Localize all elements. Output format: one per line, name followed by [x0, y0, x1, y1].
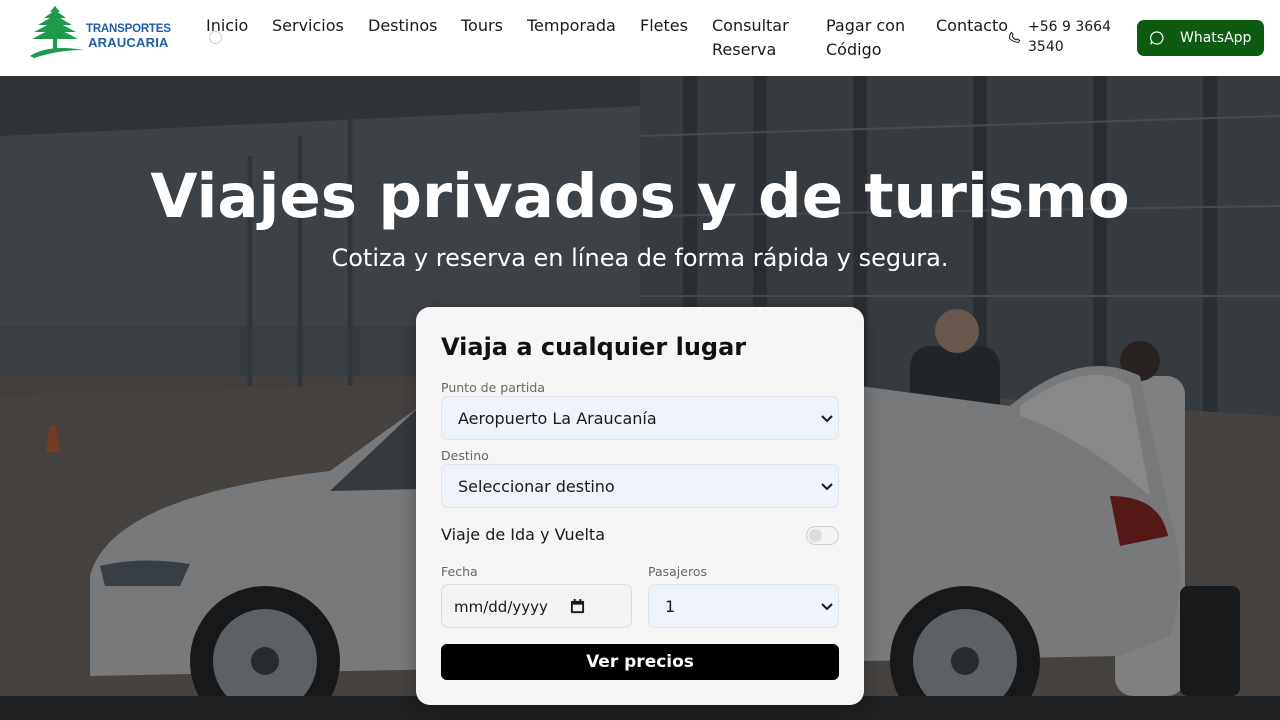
nav-item-servicios[interactable]: Servicios [272, 14, 344, 38]
nav-item-tours[interactable]: Tours [461, 14, 503, 38]
booking-card: Viaja a cualquier lugar Punto de partida… [416, 307, 864, 705]
nav-item-contacto[interactable]: Contacto [936, 14, 1008, 38]
toggle-knob [809, 529, 822, 542]
passengers-value: 1 [665, 597, 676, 616]
site-header: TRANSPORTES ARAUCARIA Inicio Servicios D… [0, 0, 1280, 76]
chevron-down-icon [821, 415, 833, 423]
round-trip-label: Viaje de Ida y Vuelta [441, 525, 605, 544]
passengers-select[interactable]: 1 [648, 584, 839, 628]
date-input[interactable]: mm/dd/yyyy [441, 584, 632, 628]
see-prices-button[interactable]: Ver precios [441, 644, 839, 680]
destination-value: Seleccionar destino [458, 477, 615, 496]
round-trip-toggle[interactable] [806, 526, 839, 545]
phone-icon [1009, 31, 1021, 43]
origin-label: Punto de partida [441, 380, 545, 395]
phone-number: +56 9 3664 3540 [1028, 19, 1111, 55]
logo[interactable]: TRANSPORTES ARAUCARIA [28, 4, 178, 60]
nav-item-pagar-con-codigo[interactable]: Pagar con Código [826, 14, 926, 62]
booking-title: Viaja a cualquier lugar [441, 333, 747, 361]
nav-item-consultar-reserva[interactable]: Consultar Reserva [712, 14, 808, 62]
nav-item-destinos[interactable]: Destinos [368, 14, 437, 38]
chevron-down-icon [821, 483, 833, 491]
passengers-label: Pasajeros [648, 564, 707, 579]
destination-select[interactable]: Seleccionar destino [441, 464, 839, 508]
whatsapp-button[interactable]: WhatsApp [1137, 20, 1264, 56]
origin-select[interactable]: Aeropuerto La Araucanía [441, 396, 839, 440]
logo-text: TRANSPORTES ARAUCARIA [86, 23, 171, 49]
destination-label: Destino [441, 448, 489, 463]
origin-value: Aeropuerto La Araucanía [458, 409, 657, 428]
date-placeholder: mm/dd/yyyy [454, 598, 548, 616]
whatsapp-label: WhatsApp [1180, 30, 1252, 46]
hero-subtitle: Cotiza y reserva en línea de forma rápid… [331, 244, 949, 272]
hero-title: Viajes privados y de turismo [150, 161, 1130, 232]
chevron-down-icon [821, 603, 833, 611]
date-label: Fecha [441, 564, 478, 579]
nav-item-temporada[interactable]: Temporada [527, 14, 616, 38]
logo-line-2: ARAUCARIA [88, 35, 169, 50]
nav-item-fletes[interactable]: Fletes [640, 14, 688, 38]
whatsapp-icon [1150, 31, 1164, 45]
araucaria-tree-icon [30, 6, 84, 58]
nav-active-indicator [209, 31, 222, 44]
calendar-icon[interactable] [570, 599, 585, 614]
